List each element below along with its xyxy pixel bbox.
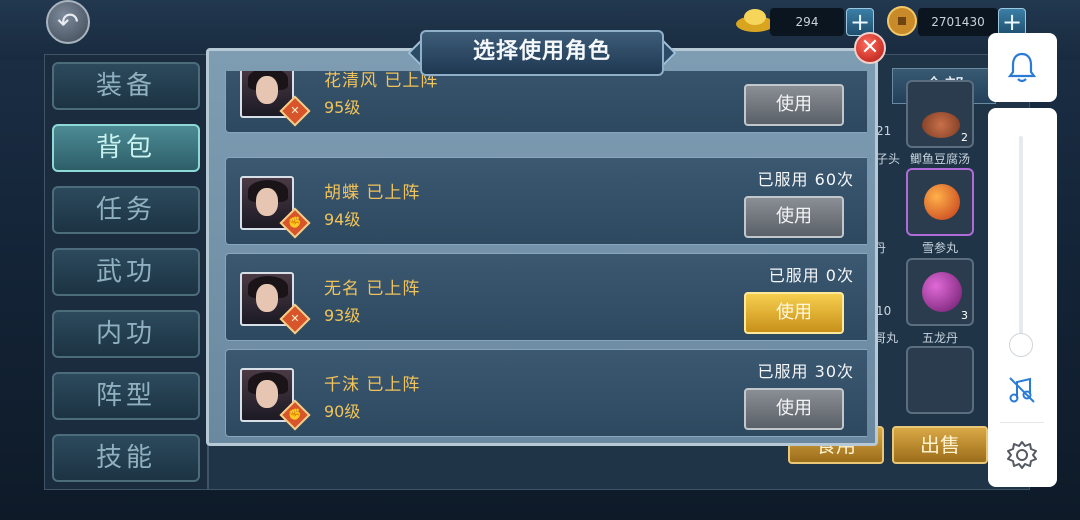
- item-name: 五龙丹: [921, 331, 958, 345]
- volume-slider-track[interactable]: [1019, 136, 1023, 346]
- copper-coin-icon: [887, 6, 917, 36]
- character-card: ✕ 花清风 已上阵 95级 使用: [225, 71, 867, 133]
- nav-skills[interactable]: 技能: [52, 434, 200, 482]
- item-count-partial: 21: [876, 124, 892, 138]
- item-name-partial: 子头: [876, 152, 901, 166]
- character-name: 无名 已上阵: [324, 279, 421, 299]
- nav-formation[interactable]: 阵型: [52, 372, 200, 420]
- character-name: 胡蝶 已上阵: [324, 183, 421, 203]
- add-coin-button[interactable]: +: [998, 8, 1026, 36]
- usage-count: 已服用 0次: [768, 266, 854, 285]
- panel-divider: [1000, 422, 1044, 423]
- item-name: 鲫鱼豆腐汤: [909, 152, 970, 166]
- gold-amount: 294: [770, 8, 844, 36]
- gear-icon[interactable]: [1006, 439, 1038, 471]
- item-count-partial: 10: [876, 304, 892, 318]
- use-button[interactable]: 使用: [744, 292, 844, 334]
- character-level: 95级: [324, 98, 361, 117]
- nav-inner-power[interactable]: 内功: [52, 310, 200, 358]
- select-character-dialog: ✕ 花清风 已上阵 95级 使用 ✊ 胡蝶 已上阵 94级 已服用 60次 使用…: [206, 48, 878, 446]
- item-name: 雪参丸: [921, 241, 958, 255]
- pill-icon: [922, 272, 962, 312]
- bell-icon[interactable]: [1006, 50, 1038, 84]
- dialog-title: 选择使用角色: [472, 39, 611, 64]
- sword-glyph-icon: ✕: [290, 104, 300, 117]
- inventory-slot[interactable]: [906, 346, 974, 414]
- inventory-slot[interactable]: 3: [906, 258, 974, 326]
- pill-icon: [924, 184, 960, 220]
- sword-glyph-icon: ✕: [290, 312, 300, 325]
- inventory-slot[interactable]: [906, 168, 974, 236]
- inventory-slot[interactable]: 2: [906, 80, 974, 148]
- music-off-icon[interactable]: [1006, 374, 1038, 406]
- use-button[interactable]: 使用: [744, 388, 844, 430]
- character-name: 千沫 已上阵: [324, 375, 421, 395]
- item-count: 3: [961, 309, 968, 322]
- use-button[interactable]: 使用: [744, 196, 844, 238]
- back-button[interactable]: ↶: [46, 0, 90, 44]
- use-button[interactable]: 使用: [744, 84, 844, 126]
- coin-amount: 2701430: [918, 8, 998, 36]
- sell-item-button[interactable]: 出售: [892, 426, 988, 464]
- volume-slider-knob[interactable]: [1009, 333, 1033, 357]
- nav-tasks[interactable]: 任务: [52, 186, 200, 234]
- nav-martial-arts[interactable]: 武功: [52, 248, 200, 296]
- character-level: 93级: [324, 306, 361, 325]
- soup-icon: [922, 112, 960, 138]
- character-level: 90级: [324, 402, 361, 421]
- nav-backpack[interactable]: 背包: [52, 124, 200, 172]
- character-card: ✊ 胡蝶 已上阵 94级 已服用 60次 使用: [225, 157, 867, 245]
- usage-count: 已服用 30次: [757, 362, 854, 381]
- character-level: 94级: [324, 210, 361, 229]
- usage-count: 已服用 60次: [757, 170, 854, 189]
- character-list: ✕ 花清风 已上阵 95级 使用 ✊ 胡蝶 已上阵 94级 已服用 60次 使用…: [217, 71, 867, 439]
- character-card: ✊ 千沫 已上阵 90级 已服用 30次 使用: [225, 349, 867, 437]
- close-dialog-button[interactable]: ✕: [854, 32, 886, 64]
- character-card: ✕ 无名 已上阵 93级 已服用 0次 使用: [225, 253, 867, 341]
- fist-glyph-icon: ✊: [288, 408, 302, 421]
- fist-glyph-icon: ✊: [288, 216, 302, 229]
- item-count: 2: [961, 131, 968, 144]
- nav-equipment[interactable]: 装备: [52, 62, 200, 110]
